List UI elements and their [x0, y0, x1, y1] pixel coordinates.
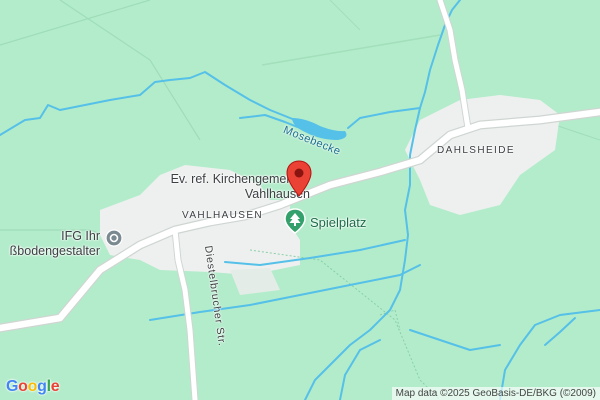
field-path [261, 34, 441, 66]
google-logo[interactable]: Google [6, 378, 60, 396]
tree-icon[interactable] [284, 208, 306, 234]
poi-ifg-label[interactable]: IFG Ihr ßbodengestalter [0, 229, 100, 259]
field-path [350, 0, 380, 40]
google-logo-text: Google [6, 378, 60, 395]
stream [0, 71, 296, 136]
google-logo-letter: g [37, 378, 47, 395]
poi-church-name-line2: Vahlhausen [244, 187, 310, 201]
place-label-vahlhausen: VAHLHAUSEN [182, 210, 264, 221]
poi-playground-label[interactable]: Spielplatz [310, 215, 366, 230]
google-logo-letter: o [18, 378, 28, 395]
settlement-area [230, 268, 280, 295]
place-label-dahlsheide: DAHLSHEIDE [437, 145, 515, 156]
stream [347, 107, 421, 129]
poi-ifg-name-line1: IFG Ihr [61, 229, 100, 243]
google-logo-letter: o [27, 378, 38, 395]
google-logo-letter: G [6, 378, 19, 395]
stream [409, 329, 501, 351]
poi-church-label[interactable]: Ev. ref. Kirchengemeinde Vahlhausen [132, 172, 310, 202]
field-path [0, 0, 151, 46]
google-logo-letter: e [50, 378, 60, 395]
stream [544, 317, 576, 346]
map-attribution: Map data ©2025 GeoBasis-DE/BKG (©2009) [391, 387, 600, 400]
business-icon[interactable] [105, 229, 123, 247]
field-path [329, 0, 361, 31]
footpath [379, 309, 401, 331]
red-location-pin-icon[interactable] [286, 160, 312, 198]
map-canvas[interactable]: VAHLHAUSEN DAHLSHEIDE Mosebecke Diestelb… [0, 0, 600, 400]
poi-ifg-name-line2: ßbodengestalter [9, 244, 100, 258]
poi-church-name-line1: Ev. ref. Kirchengemeinde [170, 172, 310, 186]
